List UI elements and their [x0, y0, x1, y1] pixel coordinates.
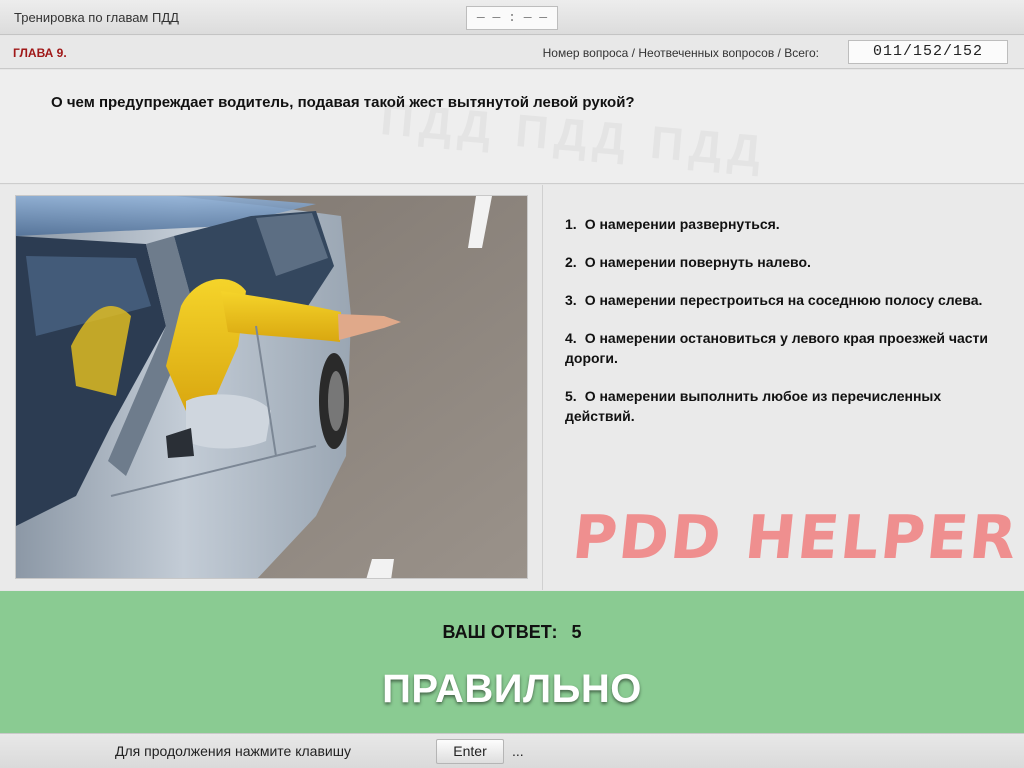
question-photo	[15, 195, 528, 579]
question-counter-label: Номер вопроса / Неотвеченных вопросов / …	[542, 46, 819, 60]
title-bar: Тренировка по главам ПДД — — : — —	[0, 0, 1024, 35]
answer-number: 2.	[565, 254, 577, 270]
your-answer-line: ВАШ ОТВЕТ: 5	[0, 622, 1024, 643]
answer-number: 3.	[565, 292, 577, 308]
answer-text: О намерении остановиться у левого края п…	[565, 330, 989, 366]
enter-key-button[interactable]: Enter	[436, 739, 504, 764]
answer-number: 5.	[565, 388, 577, 404]
car-hand-signal-illustration	[16, 196, 527, 578]
your-answer-value: 5	[571, 622, 582, 642]
timer-display: — — : — —	[466, 6, 558, 30]
app-title: Тренировка по главам ПДД	[14, 10, 179, 25]
answer-number: 1.	[565, 216, 577, 232]
answer-text: О намерении перестроиться на соседнюю по…	[584, 292, 983, 308]
answer-option-5[interactable]: 5. О намерении выполнить любое из перечис…	[565, 386, 1010, 426]
prompt-ellipsis: ...	[512, 743, 524, 759]
answer-option-3[interactable]: 3. О намерении перестроиться на соседнюю …	[565, 290, 1010, 310]
answer-option-1[interactable]: 1. О намерении развернуться.	[565, 214, 1010, 234]
question-counter: 011/152/152	[848, 40, 1008, 64]
chapter-label: ГЛАВА 9.	[13, 46, 67, 60]
answer-list: 1. О намерении развернуться. 2. О намерени…	[565, 214, 1010, 444]
answer-text: О намерении выполнить любое из перечисле…	[565, 388, 942, 424]
your-answer-label: ВАШ ОТВЕТ:	[442, 622, 558, 642]
image-panel	[0, 185, 543, 590]
answer-number: 4.	[565, 330, 577, 346]
answer-option-2[interactable]: 2. О намерении повернуть налево.	[565, 252, 1010, 272]
continue-prompt: Для продолжения нажмите клавишу	[115, 743, 351, 759]
pdd-helper-watermark: PDD HELPER	[569, 503, 1022, 573]
result-panel: ВАШ ОТВЕТ: 5 ПРАВИЛЬНО	[0, 591, 1024, 733]
answer-option-4[interactable]: 4. О намерении остановиться у левого края…	[565, 328, 1010, 368]
question-panel: ПДД ПДД ПДД О чем предупреждает водитель…	[0, 70, 1024, 184]
question-content: 1. О намерении развернуться. 2. О намерени…	[0, 185, 1024, 590]
answer-text: О намерении повернуть налево.	[584, 254, 811, 270]
answer-text: О намерении развернуться.	[584, 216, 780, 232]
question-text: О чем предупреждает водитель, подавая та…	[51, 94, 635, 111]
info-bar: ГЛАВА 9. Номер вопроса / Неотвеченных во…	[0, 36, 1024, 69]
footer-bar: Для продолжения нажмите клавишу Enter ..…	[0, 733, 1024, 768]
verdict-text: ПРАВИЛЬНО	[382, 667, 642, 711]
